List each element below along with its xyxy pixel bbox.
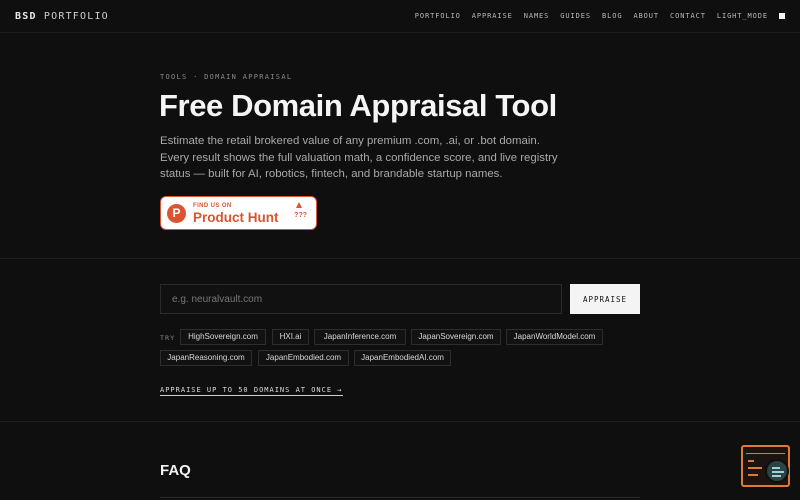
- suggestion-chip[interactable]: JapanInference.com: [314, 329, 406, 345]
- chat-search-icon[interactable]: [741, 445, 790, 487]
- nav-guides[interactable]: GUIDES: [560, 12, 591, 20]
- appraise-button[interactable]: APPRAISE: [570, 284, 640, 314]
- nav-contact[interactable]: CONTACT: [670, 12, 706, 20]
- hero-section: TOOLS · DOMAIN APPRAISAL Free Domain App…: [0, 33, 800, 259]
- nav-about[interactable]: ABOUT: [633, 12, 659, 20]
- main-nav: PORTFOLIO APPRAISE NAMES GUIDES BLOG ABO…: [415, 12, 785, 20]
- site-logo[interactable]: BSD PORTFOLIO: [15, 11, 109, 22]
- logo-bold-text: BSD: [15, 11, 37, 22]
- try-label: TRY: [160, 334, 176, 342]
- nav-appraise[interactable]: APPRAISE: [472, 12, 513, 20]
- page-description: Estimate the retail brokered value of an…: [160, 135, 558, 180]
- suggestion-chip[interactable]: JapanEmbodiedAI.com: [354, 350, 451, 366]
- suggestion-chip[interactable]: JapanReasoning.com: [160, 350, 252, 366]
- widget-titlebar: [746, 450, 785, 454]
- page-title: Free Domain Appraisal Tool: [159, 88, 557, 123]
- product-hunt-badge[interactable]: P FIND US ON Product Hunt ???: [160, 196, 317, 230]
- faq-divider: [160, 497, 640, 498]
- theme-toggle-icon[interactable]: [779, 13, 785, 19]
- breadcrumb: TOOLS · DOMAIN APPRAISAL: [160, 73, 293, 81]
- nav-portfolio[interactable]: PORTFOLIO: [415, 12, 461, 20]
- nav-blog[interactable]: BLOG: [602, 12, 622, 20]
- suggestion-chip[interactable]: HXI.ai: [272, 329, 309, 345]
- faq-heading: FAQ: [160, 462, 191, 479]
- domain-input[interactable]: [160, 284, 562, 314]
- top-navbar: BSD PORTFOLIO PORTFOLIO APPRAISE NAMES G…: [0, 0, 800, 33]
- magnifier-icon: [765, 459, 789, 483]
- nav-names[interactable]: NAMES: [524, 12, 550, 20]
- product-hunt-logo-icon: P: [167, 204, 186, 223]
- widget-line: [748, 474, 758, 476]
- upvote-triangle-icon: [296, 202, 302, 208]
- logo-text: PORTFOLIO: [43, 11, 109, 22]
- badge-caption: FIND US ON: [193, 203, 232, 209]
- widget-line: [748, 467, 762, 469]
- suggestion-chip[interactable]: JapanWorldModel.com: [506, 329, 603, 345]
- badge-title: Product Hunt: [193, 210, 279, 225]
- upvote-count: ???: [294, 212, 307, 219]
- nav-light-mode[interactable]: LIGHT_MODE: [717, 12, 768, 20]
- suggestion-chip[interactable]: HighSovereign.com: [180, 329, 266, 345]
- appraise-section: APPRAISE TRY HighSovereign.com HXI.ai Ja…: [0, 260, 800, 422]
- suggestion-chip[interactable]: JapanEmbodied.com: [258, 350, 349, 366]
- bulk-appraise-link[interactable]: APPRAISE UP TO 50 DOMAINS AT ONCE →: [160, 386, 343, 396]
- widget-line: [748, 460, 754, 462]
- suggestion-chip[interactable]: JapanSovereign.com: [411, 329, 501, 345]
